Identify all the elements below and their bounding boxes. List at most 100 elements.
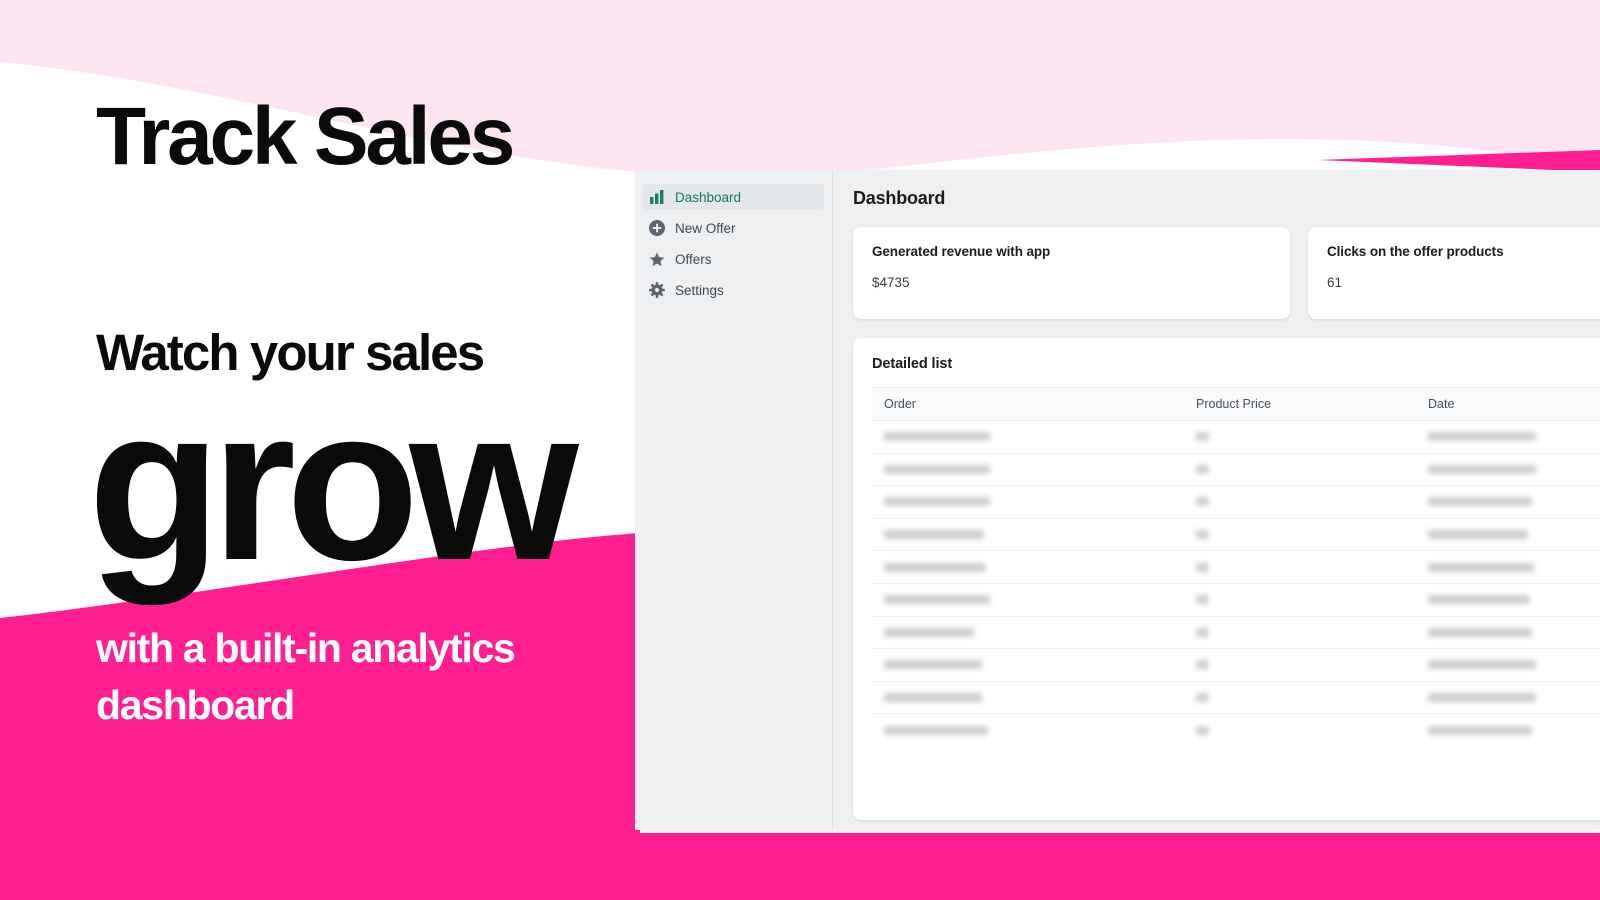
gear-icon (649, 282, 665, 298)
table-row[interactable] (872, 616, 1600, 650)
table-row[interactable] (872, 550, 1600, 584)
cell-date-redacted (1428, 530, 1528, 540)
cell-date (1416, 420, 1600, 454)
cell-order (872, 453, 1184, 487)
sidebar-item-label: Offers (675, 251, 712, 267)
cell-order-redacted (884, 660, 982, 670)
cell-product-price (1184, 648, 1416, 682)
cell-date (1416, 616, 1600, 650)
app-window: Dashboard New Offer Offers Settings Dash… (635, 170, 1600, 830)
cell-product-price (1184, 453, 1416, 487)
cell-date (1416, 714, 1600, 747)
cell-order (872, 420, 1184, 454)
table-row[interactable] (872, 485, 1600, 519)
cell-product-price-redacted (1196, 595, 1209, 605)
stat-value: 61 (1327, 275, 1343, 290)
stat-label: Generated revenue with app (872, 244, 1051, 259)
cell-date (1416, 583, 1600, 617)
table-row[interactable] (872, 714, 1600, 747)
cell-date-redacted (1428, 432, 1536, 442)
cell-date-redacted (1428, 464, 1536, 474)
stat-cards: Generated revenue with app $4735 Clicks … (853, 227, 1600, 319)
sidebar-item-settings[interactable]: Settings (643, 277, 824, 303)
grow-wordmark: grow (88, 363, 579, 606)
star-icon (649, 251, 665, 267)
page-title: Dashboard (853, 188, 946, 208)
stat-value: $4735 (872, 275, 910, 290)
cell-product-price-redacted (1196, 693, 1209, 703)
cell-product-price (1184, 518, 1416, 552)
cell-product-price-redacted (1196, 627, 1209, 637)
table-row[interactable] (872, 648, 1600, 682)
table-body (872, 420, 1600, 747)
cell-product-price (1184, 714, 1416, 747)
marketing-copy: Track Sales Watch your sales grow with a… (0, 0, 700, 900)
cell-order (872, 518, 1184, 552)
headline: Track Sales (96, 91, 515, 182)
stat-card-revenue: Generated revenue with app $4735 (853, 227, 1290, 319)
table-row[interactable] (872, 583, 1600, 617)
cell-order-redacted (884, 627, 974, 637)
cell-order (872, 485, 1184, 519)
cell-order-redacted (884, 562, 986, 572)
cell-date (1416, 453, 1600, 487)
cell-date (1416, 485, 1600, 519)
cell-product-price (1184, 681, 1416, 715)
table-row[interactable] (872, 453, 1600, 487)
cell-order-redacted (884, 464, 990, 474)
stat-label: Clicks on the offer products (1327, 244, 1504, 259)
plus-circle-icon (649, 220, 665, 236)
cell-order-redacted (884, 725, 988, 735)
cell-product-price-redacted (1196, 660, 1209, 670)
cell-order (872, 616, 1184, 650)
cell-product-price (1184, 420, 1416, 454)
tagline: with a built-in analytics dashboard (96, 625, 516, 728)
main-content: Dashboard Generated revenue with app $47… (833, 170, 1600, 830)
sidebar-item-label: New Offer (675, 220, 736, 236)
cell-order (872, 681, 1184, 715)
cell-order-redacted (884, 432, 990, 442)
cell-order (872, 583, 1184, 617)
table-row[interactable] (872, 681, 1600, 715)
cell-date-redacted (1428, 693, 1536, 703)
stat-card-clicks: Clicks on the offer products 61 (1308, 227, 1600, 319)
cell-date-redacted (1428, 562, 1534, 572)
cell-product-price (1184, 616, 1416, 650)
promo-screenshot: Track Sales Watch your sales grow with a… (0, 0, 1600, 900)
cell-date (1416, 681, 1600, 715)
cell-product-price-redacted (1196, 725, 1209, 735)
cell-date-redacted (1428, 660, 1536, 670)
column-header-date[interactable]: Date (1416, 387, 1600, 421)
sidebar-item-label: Dashboard (675, 189, 742, 205)
cell-order-redacted (884, 497, 990, 507)
cell-product-price-redacted (1196, 562, 1209, 572)
cell-product-price-redacted (1196, 497, 1209, 507)
column-header-product-price[interactable]: Product Price (1184, 387, 1416, 421)
bar-chart-icon (649, 189, 665, 205)
detailed-list-card: Detailed list Order Product Price Date (853, 338, 1600, 820)
sidebar-item-new-offer[interactable]: New Offer (643, 215, 824, 241)
cell-date-redacted (1428, 725, 1532, 735)
cell-date (1416, 518, 1600, 552)
cell-order (872, 648, 1184, 682)
table-head: Order Product Price Date (872, 387, 1600, 421)
orders-table: Order Product Price Date (872, 387, 1600, 746)
column-header-order[interactable]: Order (872, 387, 1184, 421)
cell-order-redacted (884, 595, 990, 605)
cell-product-price (1184, 550, 1416, 584)
cell-product-price (1184, 485, 1416, 519)
cell-date (1416, 550, 1600, 584)
sidebar-item-offers[interactable]: Offers (643, 246, 824, 272)
cell-order-redacted (884, 693, 982, 703)
table-header-row: Order Product Price Date (872, 387, 1600, 421)
sidebar: Dashboard New Offer Offers Settings (635, 170, 833, 830)
cell-product-price-redacted (1196, 530, 1209, 540)
table-row[interactable] (872, 420, 1600, 454)
cell-product-price (1184, 583, 1416, 617)
cell-product-price-redacted (1196, 464, 1209, 474)
table-row[interactable] (872, 518, 1600, 552)
list-title: Detailed list (872, 356, 953, 372)
sidebar-item-dashboard[interactable]: Dashboard (643, 184, 824, 210)
cell-order-redacted (884, 530, 984, 540)
cell-date-redacted (1428, 627, 1532, 637)
